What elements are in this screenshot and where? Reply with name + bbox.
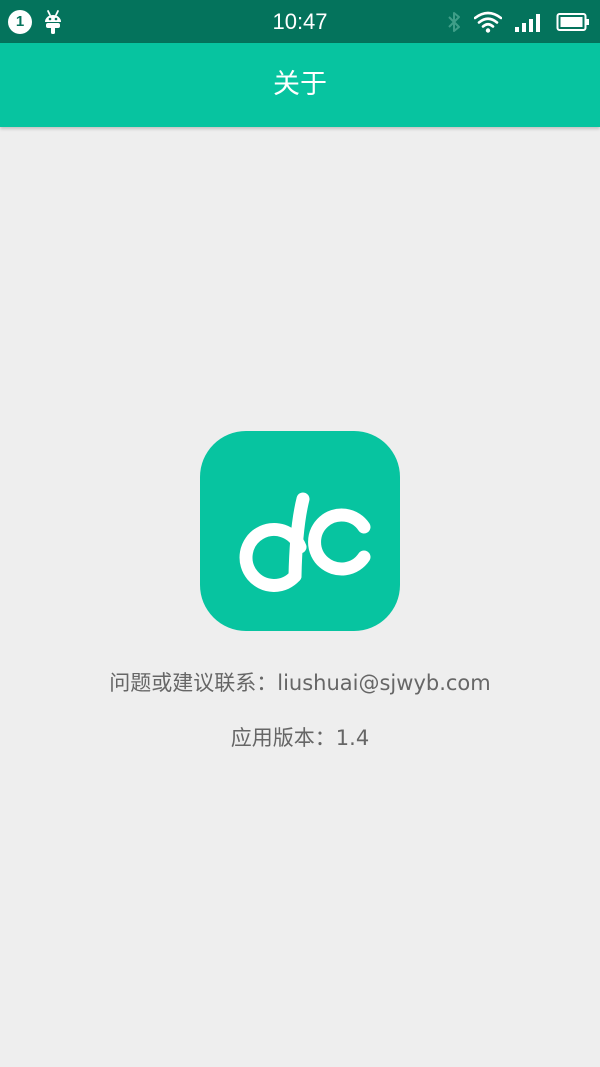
contact-email: liushuai@sjwyb.com (277, 671, 491, 695)
status-bar: 1 10:47 (0, 0, 600, 43)
contact-info: 问题或建议联系：liushuai@sjwyb.com (0, 667, 600, 697)
version-info: 应用版本：1.4 (0, 722, 600, 752)
app-bar: 关于 (0, 43, 600, 127)
page-title: 关于 (273, 69, 327, 100)
contact-label: 问题或建议联系： (109, 671, 278, 695)
version-label: 应用版本： (230, 726, 336, 750)
dc-logo-icon (239, 492, 371, 592)
signal-icon (515, 14, 540, 32)
version-value: 1.4 (335, 726, 370, 750)
app-logo (200, 431, 400, 631)
bluetooth-icon (448, 12, 460, 32)
wifi-icon (474, 11, 502, 33)
status-right-icons (434, 8, 590, 36)
battery-icon (556, 13, 589, 31)
